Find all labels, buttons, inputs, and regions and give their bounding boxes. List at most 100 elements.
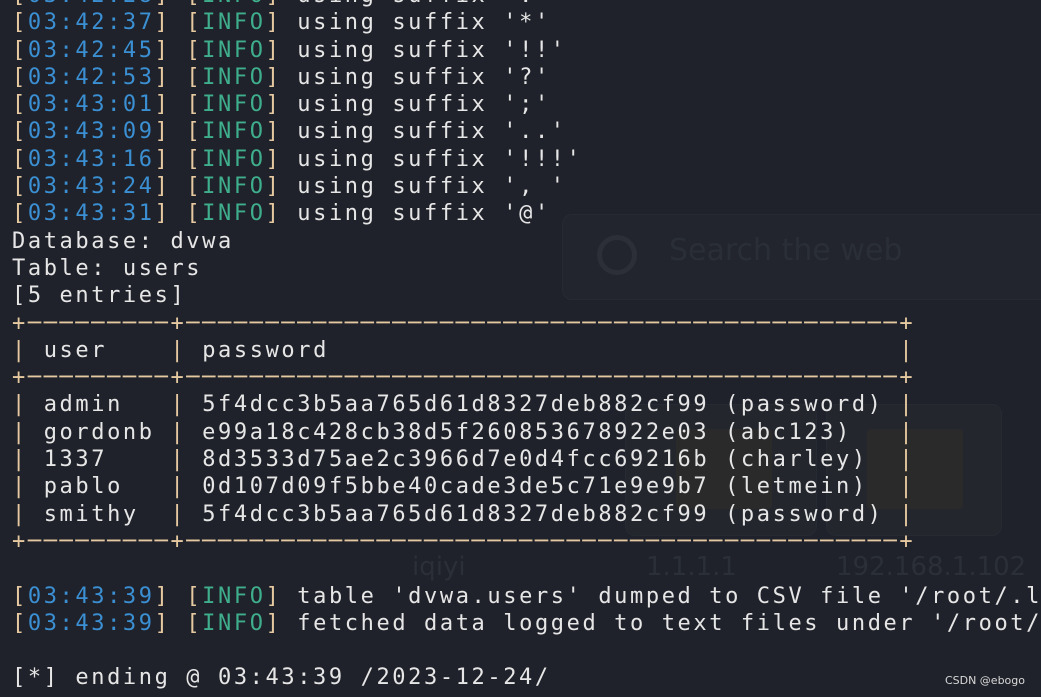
- bracket: ] [: [154, 146, 203, 172]
- pipe: |: [883, 501, 916, 527]
- entries-line: [5 entries]: [12, 282, 1041, 309]
- cell-password: 0d107d09f5bbe40cade3de5c71e9e9b7 (letmei…: [202, 474, 868, 500]
- log-line: [03:43:24] [INFO] using suffix ', ': [12, 173, 1041, 200]
- pad: [123, 392, 155, 417]
- timestamp: 03:43:39: [27, 610, 155, 636]
- bracket: ]: [265, 201, 298, 227]
- cell-user: gordonb: [43, 419, 155, 445]
- watermark: CSDN @ebogo: [944, 674, 1025, 687]
- bracket: ]: [265, 583, 298, 609]
- pipe: |: [12, 419, 44, 445]
- pipe: |: [883, 474, 916, 500]
- pipe: |: [154, 447, 203, 473]
- table-border-line: +─────────+─────────────────────────────…: [12, 310, 916, 336]
- pipe: |: [154, 337, 203, 363]
- table-label: Table: users: [12, 255, 203, 281]
- table-row: | 1337 | 8d3533d75ae2c3966d7e0d4fcc69216…: [12, 446, 1041, 473]
- table-row: | admin | 5f4dcc3b5aa765d61d8327deb882cf…: [12, 391, 1041, 418]
- timestamp: 03:43:39: [27, 583, 155, 609]
- log-line: [03:43:09] [INFO] using suffix '..': [12, 118, 1041, 145]
- table-header: | user | password |: [12, 337, 1041, 364]
- log-message: using suffix '..': [297, 119, 567, 145]
- table-border-line: +─────────+─────────────────────────────…: [12, 365, 916, 391]
- log-message: table 'dvwa.users' dumped to CSV file '/…: [297, 583, 1041, 609]
- pipe: |: [883, 447, 916, 473]
- log-message: using suffix ';': [297, 92, 551, 118]
- bracket: [: [12, 119, 28, 145]
- log-message: using suffix '@': [297, 201, 551, 227]
- pad: [852, 420, 884, 445]
- pad: [868, 474, 884, 499]
- log-message: using suffix '.': [297, 0, 551, 8]
- log-line: [03:43:39] [INFO] fetched data logged to…: [12, 610, 1041, 637]
- bracket: ]: [265, 10, 298, 36]
- bracket: ] [: [154, 583, 203, 609]
- log-message: using suffix '*': [297, 10, 551, 36]
- bracket: ] [: [155, 0, 203, 8]
- table-row: | pablo | 0d107d09f5bbe40cade3de5c71e9e9…: [12, 473, 1041, 500]
- log-level: INFO: [202, 0, 265, 8]
- table-border-line: +─────────+─────────────────────────────…: [12, 528, 916, 554]
- cell-user: admin: [43, 392, 123, 418]
- timestamp: 03:42:53: [27, 64, 155, 90]
- cell-password: 8d3533d75ae2c3966d7e0d4fcc69216b (charle…: [202, 447, 868, 473]
- log-level: INFO: [202, 201, 266, 227]
- cell-password: 5f4dcc3b5aa765d61d8327deb882cf99 (passwo…: [202, 392, 884, 418]
- pipe: |: [12, 474, 44, 500]
- log-line: [03:43:31] [INFO] using suffix '@': [12, 200, 1041, 227]
- log-message: using suffix '!!': [297, 37, 567, 63]
- bracket: [: [12, 0, 28, 8]
- timestamp: 03:43:24: [27, 174, 155, 200]
- log-level: INFO: [202, 174, 266, 200]
- cell-user: pablo: [43, 474, 123, 500]
- bracket: [: [12, 201, 28, 227]
- pad: [139, 502, 155, 527]
- bracket: ]: [265, 119, 298, 145]
- log-message: using suffix ', ': [297, 174, 567, 200]
- log-line: [03:42:28] [INFO] using suffix '.': [12, 0, 1041, 9]
- cell-password: 5f4dcc3b5aa765d61d8327deb882cf99 (passwo…: [202, 501, 884, 527]
- cell-password: e99a18c428cb38d5f260853678922e03 (abc123…: [202, 419, 852, 445]
- pipe: |: [12, 337, 44, 363]
- bracket: ] [: [154, 64, 203, 90]
- bracket: ] [: [154, 37, 203, 63]
- timestamp: 03:43:16: [27, 146, 155, 172]
- database-line: Database: dvwa: [12, 228, 1041, 255]
- log-line: [03:42:45] [INFO] using suffix '!!': [12, 37, 1041, 64]
- log-message: using suffix '?': [297, 64, 551, 90]
- pipe: |: [883, 419, 916, 445]
- log-level: INFO: [202, 37, 266, 63]
- log-level: INFO: [202, 119, 266, 145]
- ending-message: [*] ending @ 03:43:39 /2023-12-24/: [12, 665, 551, 691]
- table-row: | smithy | 5f4dcc3b5aa765d61d8327deb882c…: [12, 501, 1041, 528]
- log-level: INFO: [202, 10, 266, 36]
- log-level: INFO: [202, 610, 266, 636]
- terminal-output: [03:42:28] [INFO] using suffix '.'[03:42…: [12, 0, 1041, 692]
- bracket: [: [12, 64, 28, 90]
- bracket: ]: [265, 37, 298, 63]
- bracket: [: [12, 10, 28, 36]
- entries-count: [5 entries]: [12, 283, 187, 309]
- timestamp: 03:42:45: [27, 37, 155, 63]
- bracket: ] [: [154, 174, 203, 200]
- bracket: ] [: [154, 610, 203, 636]
- bracket: [: [12, 146, 28, 172]
- log-line: [03:43:39] [INFO] table 'dvwa.users' dum…: [12, 583, 1041, 610]
- bracket: [: [12, 583, 28, 609]
- table-border: +─────────+─────────────────────────────…: [12, 364, 1041, 391]
- pipe: |: [154, 474, 203, 500]
- bracket: ] [: [154, 92, 203, 118]
- log-line: [03:43:01] [INFO] using suffix ';': [12, 91, 1041, 118]
- bracket: [: [12, 92, 28, 118]
- log-line: [03:42:37] [INFO] using suffix '*': [12, 9, 1041, 36]
- pad: [107, 338, 155, 363]
- log-message: using suffix '!!!': [297, 146, 583, 172]
- timestamp: 03:43:01: [27, 92, 155, 118]
- database-label: Database: dvwa: [12, 228, 234, 254]
- log-level: INFO: [202, 92, 266, 118]
- pad: [123, 474, 155, 499]
- pipe: |: [154, 501, 203, 527]
- log-message: fetched data logged to text files under …: [297, 610, 1041, 636]
